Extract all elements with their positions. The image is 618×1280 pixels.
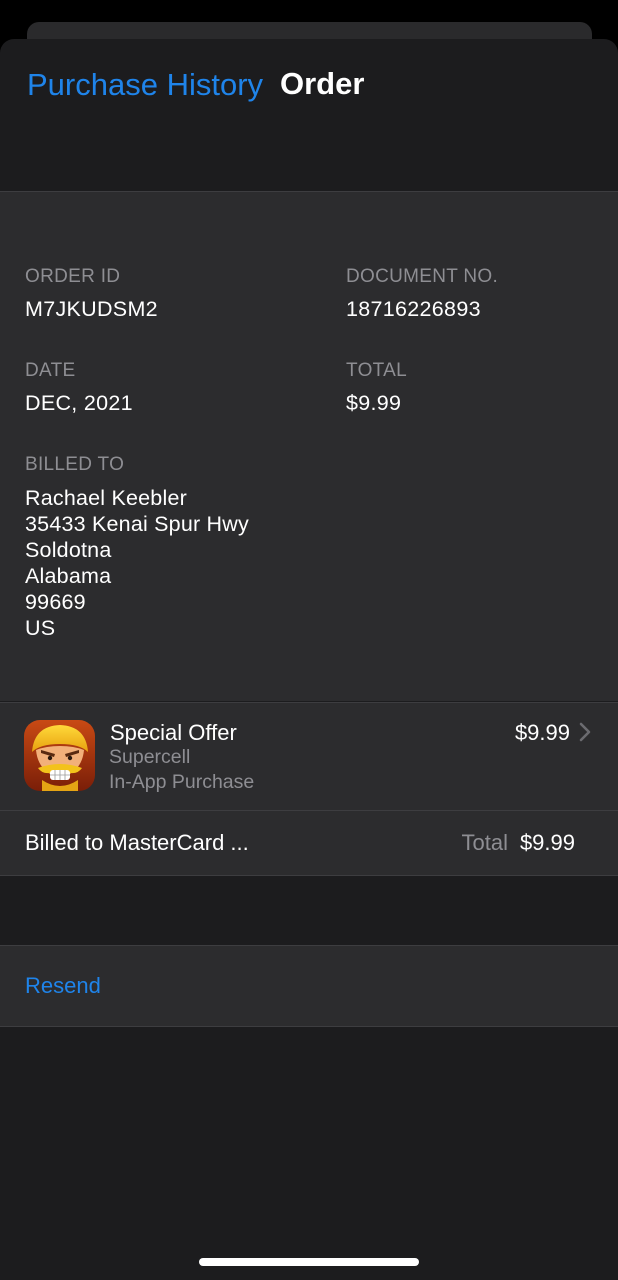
item-type: In-App Purchase (109, 771, 255, 793)
address-country: US (25, 616, 56, 640)
chevron-right-icon (578, 721, 592, 743)
document-no-field: DOCUMENT NO. 18716226893 (346, 266, 498, 322)
document-no-label: DOCUMENT NO. (346, 266, 499, 287)
billing-total-value: $9.99 (519, 830, 575, 855)
resend-button[interactable]: Resend (25, 973, 101, 999)
address-city: Soldotna (25, 538, 112, 562)
document-no-value: 18716226893 (346, 297, 481, 321)
date-label: DATE (25, 360, 76, 381)
billing-summary-row: Billed to MasterCard ... Total $9.99 (0, 810, 618, 876)
date-field: DATE DEC, 2021 (25, 360, 133, 416)
page-title: Order (280, 66, 365, 101)
total-value: $9.99 (346, 391, 402, 415)
purchase-item-row[interactable]: Special Offer Supercell In-App Purchase … (0, 702, 618, 810)
back-to-purchase-history-link[interactable]: Purchase History (27, 67, 263, 103)
item-name: Special Offer (110, 720, 237, 745)
address-name: Rachael Keebler (25, 486, 187, 510)
resend-row[interactable]: Resend (0, 945, 618, 1027)
clash-of-clans-app-icon (24, 720, 95, 791)
billed-to-label: BILLED TO (25, 454, 125, 475)
total-field: TOTAL $9.99 (346, 360, 407, 416)
navigation-bar: Purchase History Order (0, 39, 618, 191)
date-value: DEC, 2021 (25, 391, 133, 415)
order-sheet: Purchase History Order ORDER ID M7JKUDSM… (0, 39, 618, 1280)
order-id-label: ORDER ID (25, 266, 121, 287)
order-info-card: ORDER ID M7JKUDSM2 DOCUMENT NO. 18716226… (0, 191, 618, 701)
order-id-field: ORDER ID M7JKUDSM2 (25, 266, 158, 322)
billed-to-card: Billed to MasterCard ... (25, 830, 249, 855)
home-indicator (199, 1258, 419, 1266)
total-label: TOTAL (346, 360, 407, 381)
order-id-value: M7JKUDSM2 (25, 297, 158, 321)
item-developer: Supercell (109, 746, 191, 768)
address-state: Alabama (25, 564, 112, 588)
address-zip: 99669 (25, 590, 86, 614)
billed-to-field: BILLED TO Rachael Keebler 35433 Kenai Sp… (25, 454, 249, 641)
billing-total-label: Total (461, 830, 508, 855)
billing-address: Rachael Keebler 35433 Kenai Spur Hwy Sol… (25, 485, 249, 641)
address-street: 35433 Kenai Spur Hwy (25, 512, 249, 536)
item-price: $9.99 (514, 720, 570, 745)
